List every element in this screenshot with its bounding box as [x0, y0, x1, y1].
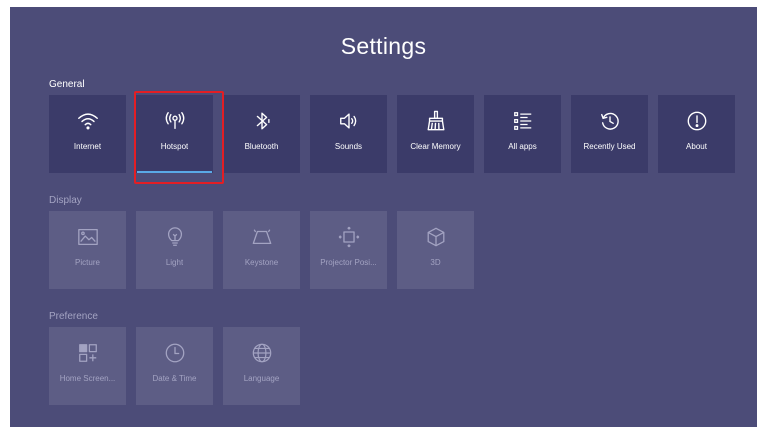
tile-label: Light: [165, 258, 184, 267]
tile-label: Date & Time: [152, 374, 197, 383]
tile-label: Sounds: [334, 142, 363, 151]
picture-icon: [77, 226, 99, 248]
tile-label: Home Screen...: [59, 374, 116, 383]
tile-label: 3D: [430, 258, 441, 267]
tile-language[interactable]: Language: [223, 327, 300, 405]
tile-about[interactable]: About: [658, 95, 735, 173]
lightbulb-icon: [164, 226, 186, 248]
tile-internet[interactable]: Internet: [49, 95, 126, 173]
settings-screen: Settings General Internet Hotspot Blueto…: [10, 7, 757, 427]
tile-bluetooth[interactable]: Bluetooth: [223, 95, 300, 173]
speaker-icon: [338, 110, 360, 132]
wifi-icon: [77, 110, 99, 132]
keystone-icon: [251, 226, 273, 248]
tile-label: All apps: [508, 142, 537, 151]
tile-3d[interactable]: 3D: [397, 211, 474, 289]
tile-picture[interactable]: Picture: [49, 211, 126, 289]
tile-label: Keystone: [244, 258, 279, 267]
preference-row: Home Screen... Date & Time Language: [49, 327, 300, 405]
section-label-display: Display: [49, 195, 82, 206]
home-screen-icon: [77, 342, 99, 364]
tile-clear-memory[interactable]: Clear Memory: [397, 95, 474, 173]
tile-label: About: [686, 142, 707, 151]
tile-sounds[interactable]: Sounds: [310, 95, 387, 173]
tile-label: Language: [243, 374, 280, 383]
tile-label: Picture: [75, 258, 100, 267]
tile-home-screen[interactable]: Home Screen...: [49, 327, 126, 405]
cube-3d-icon: [425, 226, 447, 248]
focus-outline: [134, 91, 224, 184]
tile-all-apps[interactable]: All apps: [484, 95, 561, 173]
section-label-general: General: [49, 79, 85, 90]
clock-icon: [164, 342, 186, 364]
tile-keystone[interactable]: Keystone: [223, 211, 300, 289]
history-icon: [599, 110, 621, 132]
tile-recently-used[interactable]: Recently Used: [571, 95, 648, 173]
tile-label: Clear Memory: [410, 142, 461, 151]
globe-icon: [251, 342, 273, 364]
page-title: Settings: [340, 33, 427, 59]
list-icon: [512, 110, 534, 132]
section-label-preference: Preference: [49, 311, 98, 322]
projector-position-icon: [338, 226, 360, 248]
tile-label: Bluetooth: [244, 142, 279, 151]
tile-light[interactable]: Light: [136, 211, 213, 289]
tile-label: Recently Used: [583, 142, 636, 151]
info-icon: [686, 110, 708, 132]
tile-label: Internet: [73, 142, 102, 151]
broom-icon: [425, 110, 447, 132]
tile-label: Projector Posi...: [320, 258, 377, 267]
tile-projector-position[interactable]: Projector Posi...: [310, 211, 387, 289]
tile-date-time[interactable]: Date & Time: [136, 327, 213, 405]
bluetooth-icon: [251, 110, 273, 132]
display-row: Picture Light Keystone Projector Posi...…: [49, 211, 474, 289]
